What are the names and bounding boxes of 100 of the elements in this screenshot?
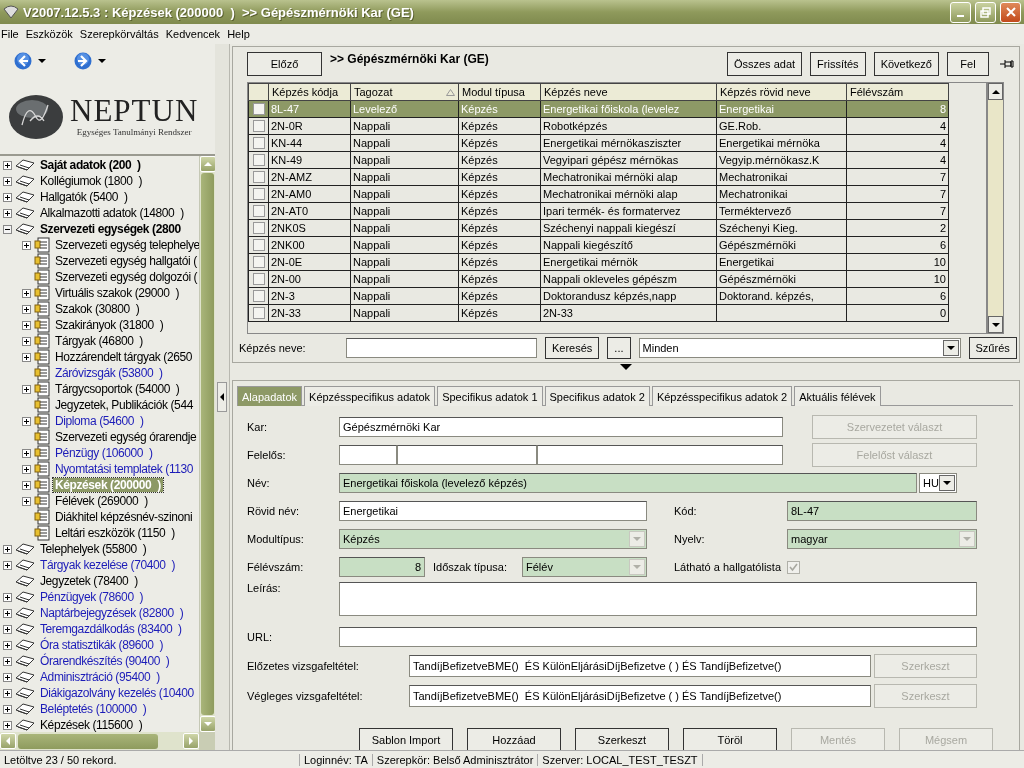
tree-item[interactable]: Szervezeti egység órarendje [53,430,199,444]
input-field[interactable]: TandíjBefizetveBME() ÉS KülönEljárásiDíjBefizetve ( ) ÉS TandíjBefizetve() [409,685,871,707]
more-button[interactable]: ... [607,337,631,359]
toolbar-button[interactable]: Összes adat [726,52,803,76]
tree-item[interactable]: Adminisztráció (95400 ) [38,670,162,684]
tree-item[interactable]: Nyomtatási templatek (1130 [53,462,196,476]
maximize-button[interactable] [975,1,996,23]
tree-item[interactable]: Alkalmazotti adatok (14800 ) [38,206,186,220]
row-checkbox[interactable] [252,256,265,268]
input-field[interactable] [339,445,397,465]
row-checkbox[interactable] [252,222,265,234]
tree-item[interactable]: Szervezeti egység dolgozói ( [53,270,199,284]
column-header[interactable]: Félévszám [846,83,949,101]
expand-icon[interactable] [22,464,31,474]
vertical-scrollbar[interactable] [199,156,215,732]
expand-icon[interactable] [22,480,31,490]
action-button[interactable]: Töröl [683,728,777,752]
toolbar-button[interactable]: Következő [873,52,939,76]
row-checkbox[interactable] [252,171,265,183]
vertical-scrollbar[interactable] [987,82,1004,334]
action-button[interactable]: Sablon Import [359,728,453,752]
row-checkbox[interactable] [252,205,265,217]
expand-icon[interactable] [22,336,31,346]
expand-icon[interactable] [3,624,12,634]
tab[interactable]: Specifikus adatok 1 [437,386,543,406]
tree-item[interactable]: Hozzárendelt tárgyak (2650 [53,350,195,364]
tree-item[interactable]: Diploma (54600 ) [53,414,146,428]
input-field[interactable] [397,445,537,465]
row-checkbox[interactable] [252,290,265,302]
tree-item[interactable]: Szakirányok (31800 ) [53,318,166,332]
expand-icon[interactable] [3,176,12,186]
tree-item[interactable]: Félévek (269000 ) [53,494,150,508]
tab[interactable]: Képzésspecifikus adatok [304,386,436,406]
expand-icon[interactable] [3,192,12,202]
column-header[interactable]: Modul típusa [458,83,541,101]
row-checkbox[interactable] [252,154,265,166]
expand-icon[interactable] [3,608,12,618]
splitter-arrow-icon[interactable] [618,363,634,371]
tree-item[interactable]: Beléptetés (100000 ) [38,702,149,716]
tree-item[interactable]: Óra statisztikák (89600 ) [38,638,165,652]
tree-item[interactable]: Diákigazolvány kezelés (10400 [38,686,196,700]
tree-item[interactable]: Órarendkészítés (90400 ) [38,654,172,668]
expand-icon[interactable] [3,160,12,170]
tab[interactable]: Specifikus adatok 2 [544,386,650,406]
tree-item[interactable]: Pénzügyek (78600 ) [38,590,146,604]
tree-item[interactable]: Szervezeti egységek (2800 [38,222,183,236]
tree-item[interactable]: Záróvizsgák (53800 ) [53,366,165,380]
menu-item[interactable]: Help [225,28,255,40]
tree-item[interactable]: Szervezeti egység telephelye [53,238,199,252]
search-field[interactable] [346,338,537,358]
column-header[interactable]: Képzés neve [540,83,717,101]
toolbar-button[interactable]: Frissítés [810,52,866,76]
expand-icon[interactable] [3,560,12,570]
expand-icon[interactable] [3,208,12,218]
tree-item[interactable]: Pénzügy (106000 ) [53,446,155,460]
expand-icon[interactable] [3,672,12,682]
row-checkbox[interactable] [252,103,265,115]
column-header[interactable]: Képzés kódja [268,83,351,101]
tree-item[interactable]: Tárgyak kezelése (70400 ) [38,558,177,572]
row-checkbox[interactable] [252,188,265,200]
expand-icon[interactable] [3,592,12,602]
language-dropdown[interactable]: HU [919,473,957,493]
tree-item[interactable]: Szakok (30800 ) [53,302,142,316]
tree-item[interactable]: Jegyzetek, Publikációk (544 [53,398,195,412]
menu-item[interactable]: Kedvencek [163,28,226,40]
expand-icon[interactable] [3,688,12,698]
prev-button[interactable]: Előző [247,52,322,76]
collapse-panel-button[interactable] [217,382,227,412]
expand-icon[interactable] [22,352,31,362]
collapse-icon[interactable] [3,224,12,234]
input-field[interactable]: Energetikai főiskola (levelező képzés) [339,473,917,493]
tree-item[interactable]: Kollégiumok (1800 ) [38,174,145,188]
expand-icon[interactable] [3,640,12,650]
back-button[interactable] [14,52,46,70]
pin-icon[interactable] [999,58,1015,70]
row-checkbox[interactable] [252,273,265,285]
filter-button[interactable]: Szűrés [968,337,1017,359]
expand-icon[interactable] [22,496,31,506]
menu-item[interactable]: Szerepkörváltás [77,28,164,40]
column-header[interactable]: Tagozat [350,83,459,101]
tree-item[interactable]: Diákhitel képzésnév-szinoni [53,510,195,524]
expand-icon[interactable] [3,720,12,730]
action-button[interactable]: Szerkeszt [575,728,669,752]
tab[interactable]: Aktuális félévek [794,386,881,406]
input-field[interactable]: 8L-47 [787,501,977,521]
input-field[interactable]: TandíjBefizetveBME() ÉS KülönEljárásiDíjBefizetve ( ) ÉS TandíjBefizetve() [409,655,871,677]
search-button[interactable]: Keresés [545,337,600,359]
input-field[interactable]: 8 [339,557,425,577]
tree-item[interactable]: Virtuális szakok (29000 ) [53,286,182,300]
filter-dropdown[interactable]: Minden [638,338,961,358]
input-field[interactable] [537,445,783,465]
forward-button[interactable] [74,52,106,70]
tree-item[interactable]: Teremgazdálkodás (83400 ) [38,622,184,636]
tree-item[interactable]: Naptárbejegyzések (82800 ) [38,606,186,620]
input-field[interactable] [339,627,977,647]
menu-item[interactable]: File [0,28,24,40]
expand-icon[interactable] [22,304,31,314]
expand-icon[interactable] [3,544,12,554]
tree-item[interactable]: Szervezeti egység hallgatói ( [53,254,199,268]
expand-icon[interactable] [22,384,31,394]
